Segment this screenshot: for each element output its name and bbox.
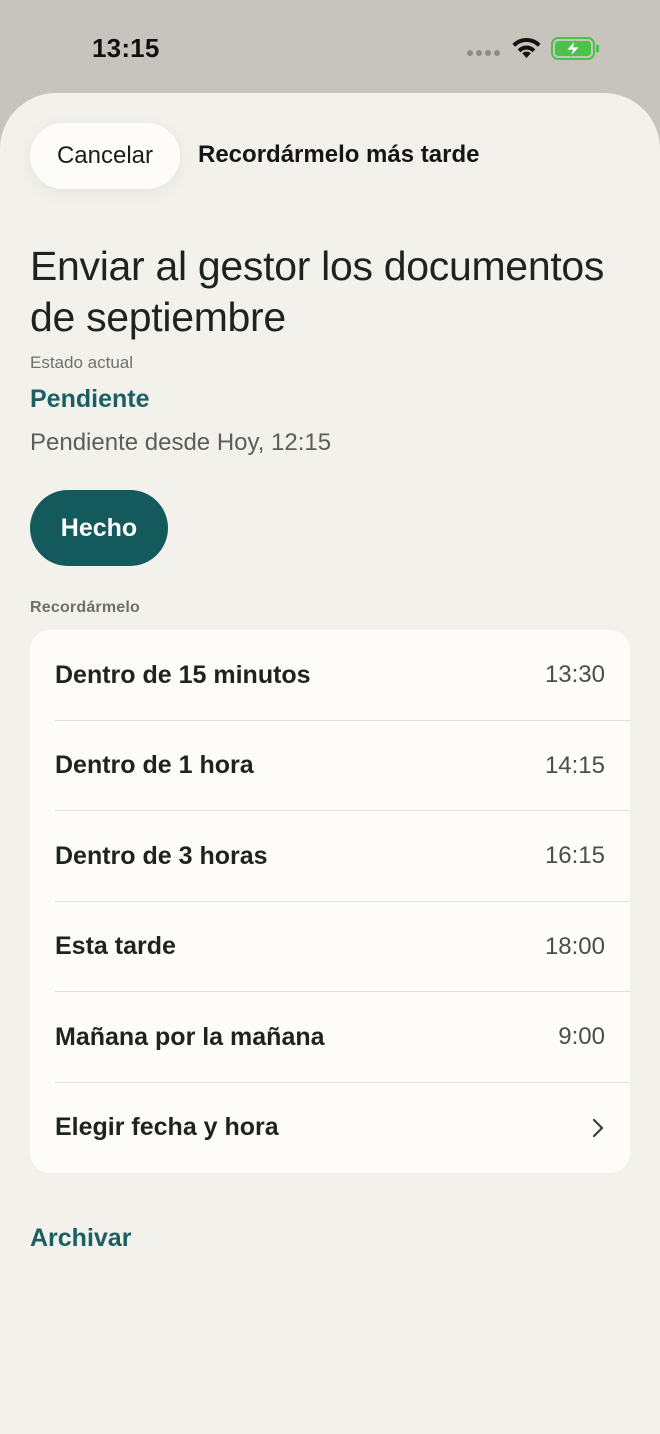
remind-option-time: 13:30 [544, 661, 605, 689]
cancel-button[interactable]: Cancelar [30, 123, 180, 189]
status-value: Pendiente [30, 385, 150, 413]
reminder-sheet: Cancelar Recordármelo más tarde Enviar a… [0, 93, 660, 1434]
task-title: Enviar al gestor los documentos de septi… [30, 243, 605, 340]
remind-option-label: Esta tarde [55, 932, 176, 961]
status-label: Estado actual [30, 353, 134, 372]
status-bar: 13:15 [0, 0, 660, 95]
remind-option-label: Dentro de 3 horas [55, 841, 268, 870]
signal-dots-icon [467, 50, 501, 58]
sheet-title: Recordármelo más tarde [198, 141, 480, 168]
remind-option-pick-date-time[interactable]: Elegir fecha y hora [30, 1083, 630, 1174]
remind-option-15-minutes[interactable]: Dentro de 15 minutos 13:30 [30, 630, 630, 721]
remind-option-time: 18:00 [544, 932, 605, 960]
wifi-icon [512, 37, 541, 58]
remind-option-this-evening[interactable]: Esta tarde 18:00 [30, 902, 630, 993]
done-button[interactable]: Hecho [30, 490, 168, 566]
chevron-right-icon [592, 1118, 604, 1137]
remind-option-label: Dentro de 15 minutos [55, 660, 311, 689]
status-time: 13:15 [92, 33, 160, 63]
remind-option-time: 9:00 [558, 1023, 605, 1051]
remind-option-tomorrow-morning[interactable]: Mañana por la mañana 9:00 [30, 992, 630, 1083]
remind-option-3-hours[interactable]: Dentro de 3 horas 16:15 [30, 811, 630, 902]
remind-options-list: Dentro de 15 minutos 13:30 Dentro de 1 h… [30, 630, 630, 1173]
remind-option-1-hour[interactable]: Dentro de 1 hora 14:15 [30, 721, 630, 812]
remind-option-label: Mañana por la mañana [55, 1022, 325, 1051]
battery-charging-icon [551, 37, 599, 60]
remind-option-time: 16:15 [544, 842, 605, 870]
archive-button[interactable]: Archivar [30, 1224, 131, 1253]
remind-section-label: Recordármelo [30, 599, 140, 616]
status-since: Pendiente desde Hoy, 12:15 [30, 429, 332, 456]
remind-option-time: 14:15 [544, 751, 605, 779]
remind-option-label: Dentro de 1 hora [55, 751, 254, 780]
remind-option-label: Elegir fecha y hora [55, 1113, 279, 1142]
